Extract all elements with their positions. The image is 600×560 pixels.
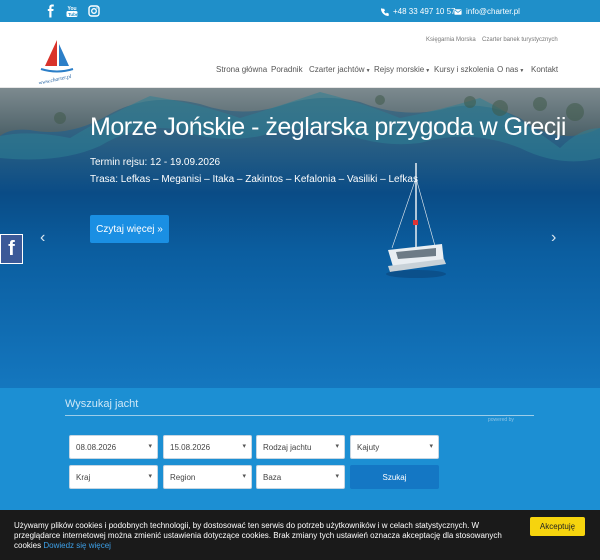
nav-yacht-charter[interactable]: Czarter jachtów▼ [309,65,371,74]
caret-down-icon: ▼ [365,68,371,74]
country-value: Kraj [76,472,91,482]
chevron-down-icon: ▾ [429,443,433,450]
site-header: www.charter.pl Księgarnia Morska Czarter… [0,22,600,88]
nav-courses[interactable]: Kursy i szkolenia [434,65,494,74]
svg-text:Tube: Tube [68,12,79,17]
caret-down-icon: ▼ [425,68,431,74]
base-select[interactable]: Baza ▾ [256,465,345,489]
search-button[interactable]: Szukaj [350,465,439,489]
phone-icon [381,7,389,16]
link-tourist-charter[interactable]: Czarter banek turystycznych [482,37,558,43]
date-from-value: 08.08.2026 [76,442,117,452]
facebook-icon: f [8,237,15,260]
facebook-icon[interactable] [44,4,58,18]
slider-next-arrow[interactable]: › [551,229,556,247]
chevron-down-icon: ▾ [242,473,246,480]
chevron-down-icon: ▾ [148,473,152,480]
cookie-learn-more-link[interactable]: Dowiedz się więcej [43,541,111,550]
date-to-value: 15.08.2026 [170,442,211,452]
powered-by-label: powered by [488,417,514,423]
chevron-down-icon: ▾ [148,443,152,450]
phone-contact[interactable]: +48 33 497 10 57 [381,7,456,16]
cookie-message: Używamy plików cookies i podobnych techn… [14,521,514,551]
nav-home[interactable]: Strona główna [216,65,267,74]
top-bar: You Tube +48 33 497 10 57 info@charter.pl [0,0,600,22]
nav-guide-label: Poradnik [271,65,303,74]
nav-contact-label: Kontakt [531,65,559,74]
chevron-down-icon: ▾ [242,443,246,450]
nav-sea-cruises[interactable]: Rejsy morskie▼ [374,65,430,74]
yacht-search-panel: Wyszukaj jacht powered by 08.08.2026 ▾ 15… [0,388,600,510]
nav-guide[interactable]: Poradnik [271,65,303,74]
logo-text: www.charter.pl [38,74,72,84]
read-more-button[interactable]: Czytaj więcej » [90,215,169,243]
cabins-select[interactable]: Kajuty ▾ [350,435,439,459]
hero-cruise-date: Termin rejsu: 12 - 19.09.2026 [90,157,221,168]
cabins-value: Kajuty [357,442,380,452]
cookie-accept-button[interactable]: Akceptuję [530,517,585,536]
nav-home-label: Strona główna [216,65,268,74]
country-select[interactable]: Kraj ▾ [69,465,158,489]
chevron-down-icon: ▾ [335,473,339,480]
yacht-type-select[interactable]: Rodzaj jachtu ▾ [256,435,345,459]
caret-down-icon: ▼ [519,68,525,74]
hero-title: Morze Jońskie - żeglarska przygoda w Gre… [90,113,566,141]
nav-sea-cruises-label: Rejsy morskie [374,65,425,74]
divider [65,415,534,416]
region-value: Region [170,472,196,482]
youtube-icon[interactable]: You Tube [65,4,79,18]
email-address[interactable]: info@charter.pl [466,7,520,16]
envelope-icon [454,8,462,15]
hero-cruise-route: Trasa: Lefkas – Meganisi – Itaka – Zakin… [90,174,418,185]
instagram-icon[interactable] [87,4,101,18]
base-value: Baza [263,472,282,482]
date-from-select[interactable]: 08.08.2026 ▾ [69,435,158,459]
cookie-banner: Używamy plików cookies i podobnych techn… [0,510,600,560]
yacht-search-title: Wyszukaj jacht [65,398,139,410]
nav-about[interactable]: O nas▼ [497,65,524,74]
nav-yacht-charter-label: Czarter jachtów [309,65,365,74]
site-logo[interactable]: www.charter.pl [36,36,78,87]
email-contact[interactable]: info@charter.pl [454,7,520,16]
hero-slider: f Morze Jońskie - żeglarska przygoda w G… [0,88,600,388]
nav-contact[interactable]: Kontakt [531,65,558,74]
yacht-type-value: Rodzaj jachtu [263,442,312,452]
chevron-down-icon: ▾ [335,443,339,450]
nav-courses-label: Kursy i szkolenia [434,65,495,74]
nav-about-label: O nas [497,65,519,74]
facebook-side-tab[interactable]: f [0,234,23,264]
slider-prev-arrow[interactable]: ‹ [40,229,45,247]
date-to-select[interactable]: 15.08.2026 ▾ [163,435,252,459]
region-select[interactable]: Region ▾ [163,465,252,489]
phone-number[interactable]: +48 33 497 10 57 [393,7,456,16]
link-bookstore[interactable]: Księgarnia Morska [426,37,476,43]
